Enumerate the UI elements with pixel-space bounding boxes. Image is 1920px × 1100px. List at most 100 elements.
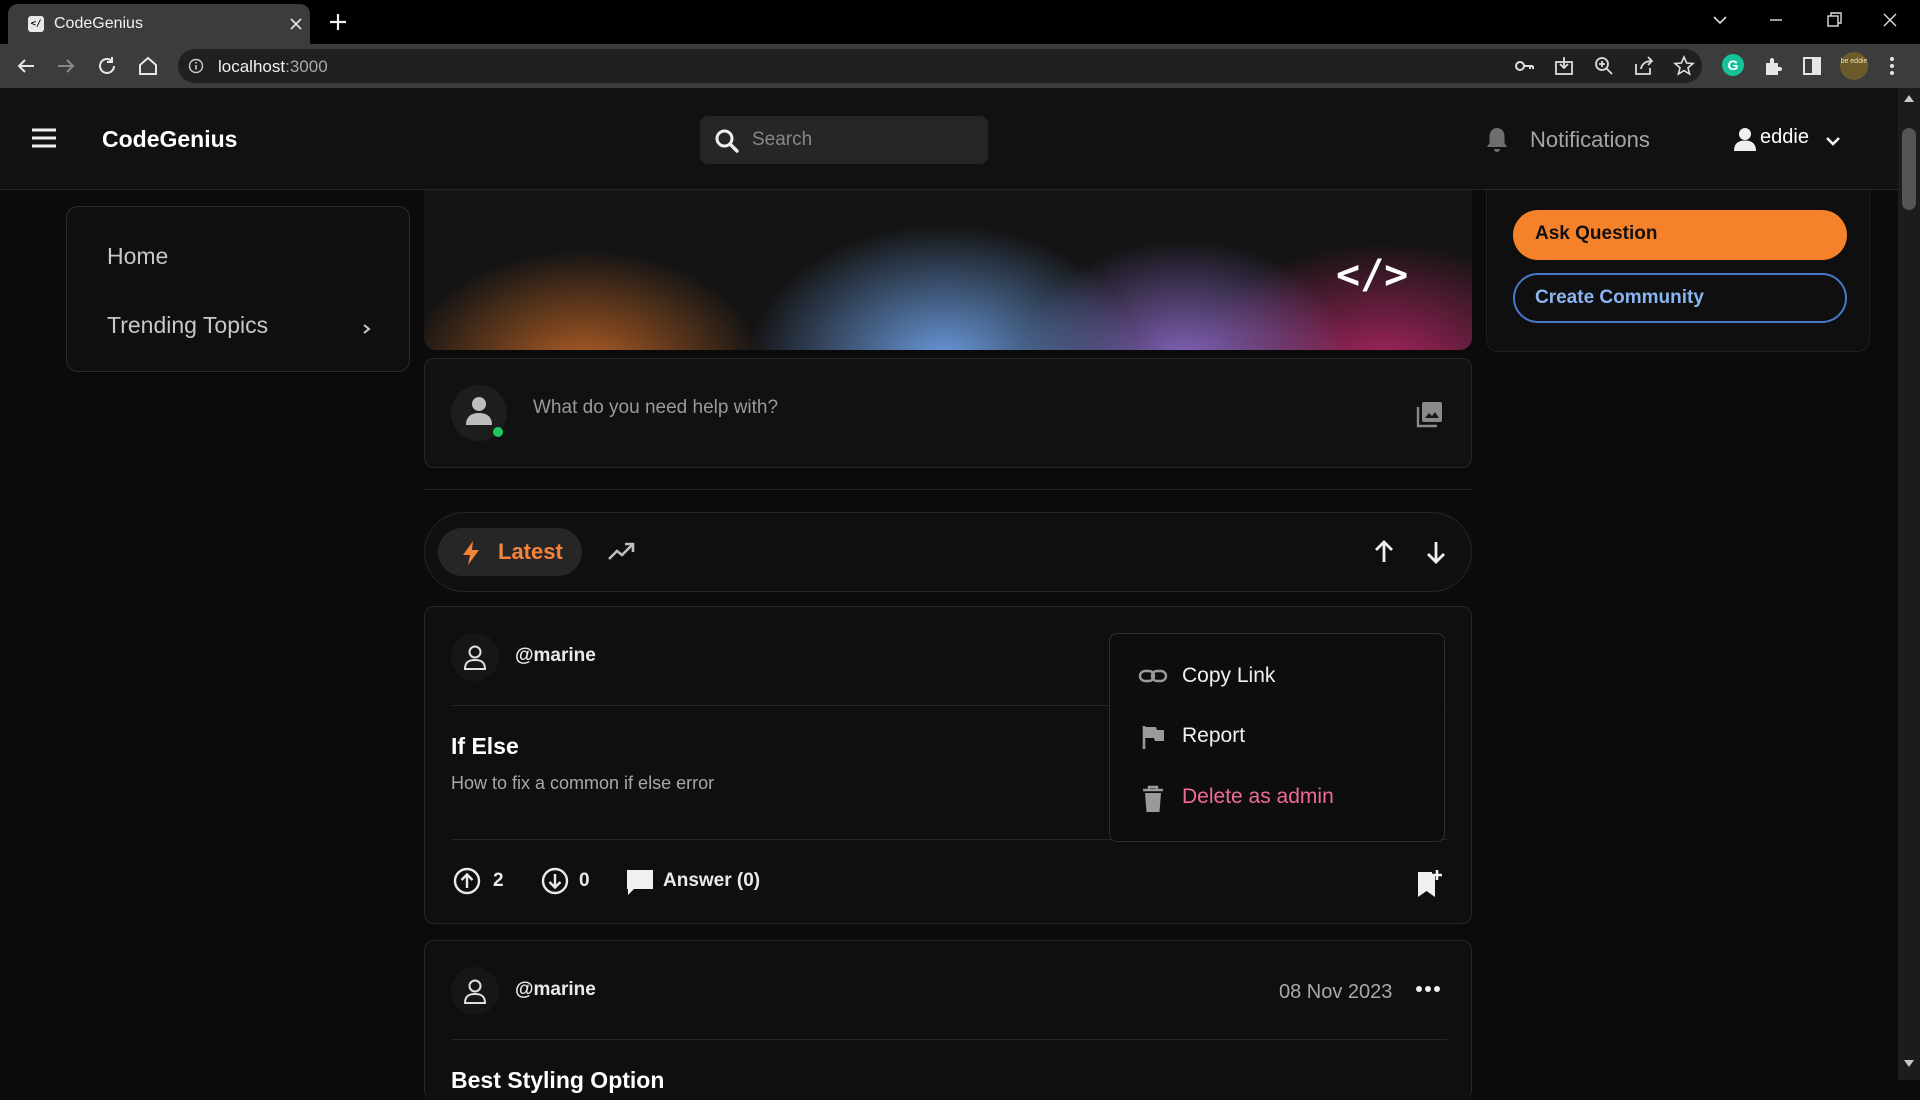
scrollbar-thumb[interactable]	[1902, 128, 1916, 210]
scroll-up-arrow-icon[interactable]	[1904, 94, 1914, 102]
menu-item-label: Report	[1182, 724, 1246, 747]
arrow-down-icon[interactable]	[1423, 539, 1449, 565]
hero-banner: </>	[424, 190, 1472, 350]
forward-icon[interactable]	[54, 54, 78, 78]
downvote-button[interactable]: 0	[541, 867, 601, 897]
tab-search-icon[interactable]	[1708, 8, 1732, 32]
reload-icon[interactable]	[95, 54, 119, 78]
upvote-button[interactable]: 2	[453, 867, 513, 897]
search-input[interactable]	[752, 116, 972, 164]
create-community-button[interactable]: Create Community	[1513, 273, 1847, 323]
sidebar-item-trending-topics[interactable]: Trending Topics	[107, 312, 268, 339]
answer-button[interactable]: Answer (0)	[625, 867, 775, 897]
sidebar-item-home[interactable]: Home	[107, 243, 168, 270]
profile-avatar[interactable]: be eddie	[1840, 52, 1868, 80]
info-icon[interactable]	[188, 58, 204, 74]
create-community-label: Create Community	[1535, 287, 1704, 308]
flag-icon	[1142, 726, 1164, 749]
notifications-label: Notifications	[1530, 127, 1650, 152]
chevron-right-icon[interactable]	[361, 322, 373, 336]
menu-dots-icon[interactable]	[1880, 54, 1904, 78]
favicon-icon: </	[28, 16, 44, 32]
avatar[interactable]	[451, 967, 499, 1015]
sort-latest-button[interactable]: Latest	[438, 528, 582, 576]
downvote-count: 0	[579, 870, 590, 891]
divider	[424, 489, 1472, 490]
ask-question-button[interactable]: Ask Question	[1513, 210, 1847, 260]
post-date: 08 Nov 2023	[1279, 981, 1393, 1003]
menu-item-copy-link[interactable]: Copy Link	[1138, 662, 1428, 692]
grammarly-icon[interactable]: G	[1722, 54, 1744, 76]
install-icon[interactable]	[1552, 54, 1576, 78]
avatar[interactable]	[451, 633, 499, 681]
image-upload-icon[interactable]	[1415, 399, 1445, 429]
trash-icon	[1143, 785, 1163, 812]
browser-toolbar: localhost:3000 G be eddie	[0, 44, 1920, 88]
tab-title: CodeGenius	[54, 15, 143, 32]
post-title[interactable]: If Else	[451, 733, 519, 760]
bookmark-add-icon[interactable]	[1415, 869, 1443, 899]
downvote-icon	[541, 867, 569, 895]
user-outline-icon	[463, 979, 487, 1004]
right-panel: Ask Question Create Community	[1486, 190, 1870, 352]
back-icon[interactable]	[14, 54, 38, 78]
trending-up-icon[interactable]	[607, 539, 635, 563]
user-outline-icon	[463, 645, 487, 670]
comment-icon	[627, 870, 653, 895]
arrow-up-icon[interactable]	[1371, 539, 1397, 565]
lightning-bolt-icon	[463, 541, 479, 565]
minimize-icon[interactable]	[1764, 8, 1788, 32]
browser-tab-bar: </ CodeGenius	[0, 0, 1920, 44]
side-panel-icon[interactable]	[1800, 54, 1824, 78]
banner-code-symbol: </>	[1336, 252, 1409, 298]
extensions-icon[interactable]	[1761, 54, 1785, 78]
home-icon[interactable]	[136, 54, 160, 78]
restore-icon[interactable]	[1822, 8, 1846, 32]
url-text: localhost:3000	[218, 57, 328, 77]
online-status-dot	[493, 427, 503, 437]
search-icon	[715, 129, 739, 153]
sort-bar: Latest	[424, 512, 1472, 592]
scroll-down-arrow-icon[interactable]	[1904, 1060, 1914, 1068]
browser-tab[interactable]: </ CodeGenius	[8, 4, 310, 44]
menu-item-label: Copy Link	[1182, 664, 1276, 687]
star-icon[interactable]	[1672, 54, 1696, 78]
post-card[interactable]: @marine 08 Nov 2023 Best Styling Option	[424, 940, 1472, 1100]
bell-icon	[1487, 128, 1507, 152]
upvote-icon	[453, 867, 481, 895]
menu-item-report[interactable]: Report	[1138, 722, 1428, 752]
new-tab-icon[interactable]	[326, 10, 350, 34]
close-icon[interactable]	[286, 14, 306, 34]
post-title[interactable]: Best Styling Option	[451, 1067, 664, 1094]
question-input[interactable]: What do you need help with?	[533, 397, 778, 419]
menu-item-label: Delete as admin	[1182, 785, 1334, 808]
hamburger-menu-icon[interactable]	[30, 126, 58, 150]
divider	[451, 1039, 1447, 1040]
menu-item-delete-as-admin[interactable]: Delete as admin	[1138, 783, 1428, 813]
left-sidebar: Home Trending Topics	[66, 206, 410, 372]
page-scrollbar[interactable]	[1898, 88, 1920, 1080]
search-box[interactable]	[700, 116, 988, 164]
brand-logo-text[interactable]: CodeGenius	[102, 126, 237, 153]
post-options-menu: Copy Link Report Delete as admin	[1109, 633, 1445, 842]
url-host: localhost	[218, 57, 286, 76]
key-icon[interactable]	[1512, 54, 1536, 78]
url-port: :3000	[285, 57, 328, 76]
user-silhouette-icon	[466, 397, 492, 425]
question-composer[interactable]: What do you need help with?	[424, 358, 1472, 468]
upvote-count: 2	[493, 870, 504, 891]
ask-question-label: Ask Question	[1535, 223, 1658, 244]
more-options-icon[interactable]	[1415, 983, 1441, 995]
post-author[interactable]: @marine	[515, 645, 596, 667]
app-header: CodeGenius Notifications eddie	[0, 88, 1898, 190]
link-icon	[1138, 669, 1168, 683]
share-icon[interactable]	[1632, 54, 1656, 78]
window-close-icon[interactable]	[1878, 8, 1902, 32]
answer-label: Answer (0)	[663, 870, 761, 891]
user-icon	[1734, 128, 1756, 151]
address-bar[interactable]: localhost:3000	[178, 49, 1702, 83]
post-author[interactable]: @marine	[515, 979, 596, 1001]
post-body: How to fix a common if else error	[451, 773, 715, 793]
chevron-down-icon	[1826, 137, 1840, 146]
zoom-icon[interactable]	[1592, 54, 1616, 78]
